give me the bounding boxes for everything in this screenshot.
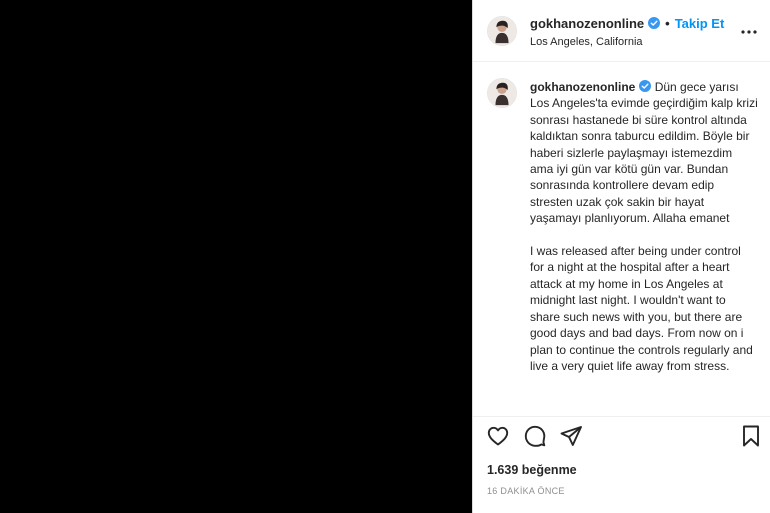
more-options-icon[interactable]: [739, 22, 759, 42]
location-link[interactable]: Los Angeles, California: [530, 36, 643, 48]
caption-text-block: gokhanozenonline Dün gece yarısı Los Ang…: [530, 79, 758, 374]
header-user-line: gokhanozenonline • Takip Et: [530, 16, 724, 31]
heart-icon[interactable]: [486, 424, 510, 448]
caption-username[interactable]: gokhanozenonline: [530, 80, 635, 94]
caption-section: gokhanozenonline Dün gece yarısı Los Ang…: [473, 63, 770, 417]
post-header: gokhanozenonline • Takip Et Los Angeles, C…: [473, 0, 770, 62]
verified-badge-icon: [648, 17, 661, 29]
action-bar: [473, 420, 770, 452]
avatar[interactable]: [487, 16, 517, 46]
caption-avatar[interactable]: [487, 78, 517, 108]
send-icon[interactable]: [559, 424, 583, 448]
caption-body: Dün gece yarısı Los Angeles'ta evimde ge…: [530, 80, 758, 373]
post-timestamp[interactable]: 16 DAKİKA ÖNCE: [487, 486, 565, 496]
likes-count[interactable]: 1.639 beğenme: [487, 463, 577, 477]
bookmark-icon[interactable]: [739, 424, 763, 448]
follow-button[interactable]: Takip Et: [675, 16, 725, 31]
verified-badge-icon: [639, 80, 652, 92]
post-media[interactable]: [0, 0, 472, 513]
username-link[interactable]: gokhanozenonline: [530, 16, 644, 31]
comment-icon[interactable]: [523, 424, 547, 448]
separator-dot: •: [665, 16, 670, 31]
post-side-panel: gokhanozenonline • Takip Et Los Angeles, C…: [472, 0, 770, 513]
